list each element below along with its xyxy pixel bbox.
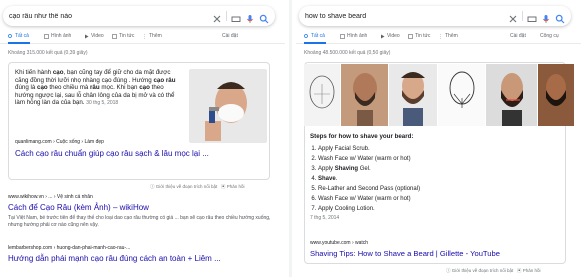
result-title-link[interactable]: Hướng dẫn phái mạnh cạo râu đúng cách an… [8, 254, 278, 263]
video-icon [380, 34, 385, 39]
tab-label: Tin tức [119, 33, 135, 39]
tab-news[interactable]: Tin tức [408, 33, 430, 39]
settings-link[interactable]: Cài đặt [222, 33, 238, 39]
step-item: Apply Cooling Lotion. [318, 204, 570, 214]
featured-snippet: Khi tiến hành cạo, bạn cũng tay để giữ c… [8, 62, 270, 180]
snippet-image-row [304, 64, 575, 126]
result-title-link[interactable]: Cách để Cạo Râu (kèm Ảnh) – wikiHow [8, 203, 278, 212]
active-tab-indicator [304, 42, 326, 44]
panel-divider [289, 0, 292, 277]
result-stats: Khoảng 48.500.000 kết quả (0,50 giây) [304, 50, 391, 56]
snippet-about-link[interactable]: Giới thiệu về đoạn trích nổi bật [452, 268, 514, 273]
snippet-image[interactable] [189, 69, 267, 143]
search-query[interactable]: cạo râu như thế nào [9, 13, 208, 20]
microphone-icon[interactable] [245, 11, 255, 23]
snippet-image[interactable] [437, 64, 485, 126]
tab-more[interactable]: ⋮ Thêm [142, 33, 162, 40]
step-item: Apply Facial Scrub. [318, 144, 570, 154]
step-item: Apply Shaving Gel. [318, 164, 570, 174]
snippet-title-link[interactable]: Cách cạo râu chuẩn giúp cạo râu sạch & l… [15, 149, 209, 158]
settings-label: Cài đặt [222, 33, 238, 39]
snippet-text: Khi tiến hành cạo, bạn cũng tay để giữ c… [15, 69, 179, 108]
search-tabs: Tất cả Hình ảnh Video Tin tức ⋮ Thêm Cài… [0, 30, 285, 44]
steps-title: Steps for how to shave your beard: [310, 133, 414, 140]
result-url[interactable]: lembarbershop.com › huong-dan-phai-manh-… [8, 245, 278, 251]
step-item: Shave. [318, 174, 570, 184]
snippet-source[interactable]: www.youtube.com › watch [310, 240, 368, 246]
search-divider [522, 11, 523, 21]
snippet-footer: ⓘ Giới thiệu về đoạn trích nổi bật ▣ Phả… [446, 268, 541, 274]
tools-link[interactable]: Công cụ [540, 33, 559, 39]
tab-news[interactable]: Tin tức [112, 33, 134, 39]
search-bar[interactable]: cạo râu như thế nào [3, 6, 275, 26]
snippet-date: 7 thg 5, 2014 [310, 215, 340, 221]
step-item: Re-Lather and Second Pass (optional) [318, 184, 570, 194]
active-tab-indicator [8, 42, 30, 44]
tab-label: Hình ảnh [51, 33, 72, 39]
search-icon [8, 33, 13, 39]
tab-all[interactable]: Tất cả [8, 33, 29, 39]
snippet-footer: ⓘ Giới thiệu về đoạn trích nổi bật ▣ Phả… [150, 184, 245, 190]
search-bar[interactable]: how to shave beard [299, 6, 571, 26]
feedback-link[interactable]: Phản hồi [523, 268, 541, 273]
step-item: Wash Face w/ Water (warm or hot) [318, 194, 570, 204]
clear-icon[interactable] [212, 11, 222, 23]
image-icon [340, 33, 345, 39]
tab-label: Tất cả [311, 33, 325, 39]
more-icon: ⋮ [438, 33, 443, 40]
tab-label: Tất cả [15, 33, 29, 39]
snippet-image[interactable] [486, 64, 538, 126]
snippet-image[interactable] [340, 64, 389, 126]
tab-label: Thêm [445, 33, 458, 39]
result-description: Tại Việt Nam, bé trước tiên để thay thế … [8, 215, 271, 228]
search-result: lembarbershop.com › huong-dan-phai-manh-… [8, 245, 278, 263]
snippet-title-link[interactable]: Shaving Tips: How to Shave a Beard | Gil… [310, 249, 500, 258]
image-icon [44, 33, 49, 39]
settings-label: Cài đặt [510, 33, 526, 39]
clear-icon[interactable] [508, 11, 518, 23]
more-icon: ⋮ [142, 33, 147, 40]
search-divider [226, 11, 227, 21]
search-query[interactable]: how to shave beard [305, 13, 504, 20]
news-icon [408, 33, 413, 39]
snippet-date: 30 thg 5, 2018 [86, 100, 119, 107]
snippet-image[interactable] [538, 64, 575, 126]
microphone-icon[interactable] [541, 11, 551, 23]
step-item: Wash Face w/ Water (warm or hot) [318, 154, 570, 164]
settings-link[interactable]: Cài đặt [510, 33, 526, 39]
tools-label: Công cụ [540, 33, 559, 39]
feedback-link[interactable]: Phản hồi [227, 184, 245, 189]
tab-all[interactable]: Tất cả [304, 33, 325, 39]
tab-label: Hình ảnh [347, 33, 368, 39]
steps-list: Steps for how to shave your beard: Apply… [310, 133, 570, 221]
right-search-panel: how to shave beard Tất cả Hình ảnh Video [296, 0, 581, 277]
news-icon [112, 33, 117, 39]
tab-more[interactable]: ⋮ Thêm [438, 33, 458, 40]
tab-label: Thêm [149, 33, 162, 39]
search-tabs: Tất cả Hình ảnh Video Tin tức ⋮ Thêm Cài… [296, 30, 581, 44]
tab-videos[interactable]: Video [380, 33, 400, 39]
keyboard-icon[interactable] [527, 11, 537, 22]
search-icon[interactable] [259, 11, 269, 24]
tab-label: Video [387, 33, 400, 39]
left-search-panel: cạo râu như thế nào Tất cả Hình ảnh Vide… [0, 0, 285, 277]
tab-images[interactable]: Hình ảnh [44, 33, 71, 39]
snippet-image[interactable] [389, 64, 437, 126]
tab-label: Tin tức [415, 33, 431, 39]
steps-ordered-list: Apply Facial Scrub.Wash Face w/ Water (w… [310, 144, 570, 214]
keyboard-icon[interactable] [231, 11, 241, 22]
search-icon [304, 33, 309, 39]
video-icon [84, 34, 89, 39]
result-stats: Khoảng 315.000 kết quả (0,39 giây) [8, 50, 88, 56]
snippet-about-link[interactable]: Giới thiệu về đoạn trích nổi bật [156, 184, 218, 189]
search-icon[interactable] [555, 11, 565, 24]
tab-label: Video [91, 33, 104, 39]
tab-images[interactable]: Hình ảnh [340, 33, 367, 39]
tab-videos[interactable]: Video [84, 33, 104, 39]
snippet-image[interactable] [304, 64, 340, 126]
result-url[interactable]: www.wikihow.vn › ... › Vệ sinh cá nhân [8, 194, 278, 200]
search-result: www.wikihow.vn › ... › Vệ sinh cá nhân C… [8, 194, 278, 228]
snippet-source[interactable]: quanlimang.com › Cuộc sống › Làm đẹp [15, 139, 104, 145]
